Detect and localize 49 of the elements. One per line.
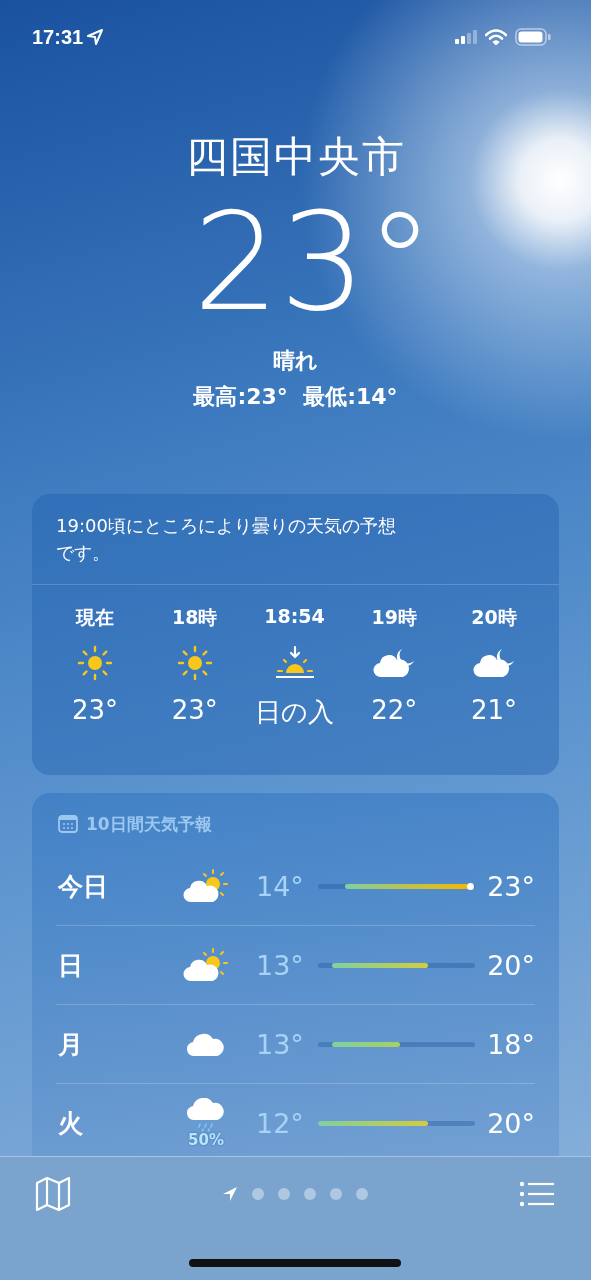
sun-icon (77, 643, 113, 683)
hour-label: 18:54 (264, 605, 325, 629)
high-temperature: 20° (486, 1107, 535, 1139)
high-temperature: 23° (486, 870, 535, 902)
low-temperature: 12° (256, 1107, 305, 1139)
day-label: 月 (57, 1028, 84, 1061)
page-dot[interactable] (278, 1188, 290, 1200)
day-label: 日 (57, 949, 84, 982)
high-temperature: 18° (486, 1028, 535, 1060)
day-label: 火 (57, 1107, 84, 1140)
precipitation-chance: 50% (188, 1132, 224, 1148)
calendar-icon (58, 815, 78, 833)
low-temperature: 14° (256, 870, 305, 902)
high-low-label: 最高:23° 最低:14° (193, 383, 398, 411)
battery-icon (515, 28, 551, 46)
map-icon[interactable] (35, 1177, 71, 1211)
status-time: 17:31 (32, 25, 84, 49)
hour-label: 19時 (371, 605, 417, 630)
wifi-icon (485, 29, 507, 45)
page-dot[interactable] (330, 1188, 342, 1200)
current-temperature: 23° (192, 182, 435, 342)
page-dot[interactable] (356, 1188, 368, 1200)
cloud-sun-icon (183, 869, 229, 903)
location-arrow-icon (87, 29, 104, 45)
cloud-icon (187, 1031, 225, 1057)
hour-label: 現在 (76, 605, 114, 630)
sun-icon (176, 643, 213, 683)
forecast-summary: 19:00頃にところにより曇りの天気の予想です。 (32, 494, 559, 585)
condition-label: 晴れ (273, 347, 318, 375)
day-label: 今日 (57, 870, 109, 903)
page-dot[interactable] (304, 1188, 316, 1200)
low-temperature: 13° (256, 949, 305, 981)
list-icon[interactable] (519, 1181, 555, 1207)
hour-temperature: 日の入 (255, 696, 334, 729)
cloud-sun-icon (183, 948, 229, 982)
low-temperature: 13° (256, 1028, 305, 1060)
high-temperature: 20° (486, 949, 535, 981)
city-name: 四国中央市 (185, 132, 406, 182)
hour-label: 20時 (471, 605, 517, 630)
page-dot[interactable] (252, 1188, 264, 1200)
hour-temperature: 21° (470, 695, 518, 727)
hour-temperature: 22° (371, 695, 418, 727)
forecast-title: 10日間天気予報 (86, 812, 212, 836)
hour-label: 18時 (172, 605, 218, 630)
signal-icon (455, 30, 477, 44)
hour-temperature: 23° (171, 695, 218, 727)
hour-temperature: 23° (71, 695, 119, 727)
location-page-icon[interactable] (222, 1186, 238, 1202)
rain-cloud-icon (187, 1098, 225, 1132)
